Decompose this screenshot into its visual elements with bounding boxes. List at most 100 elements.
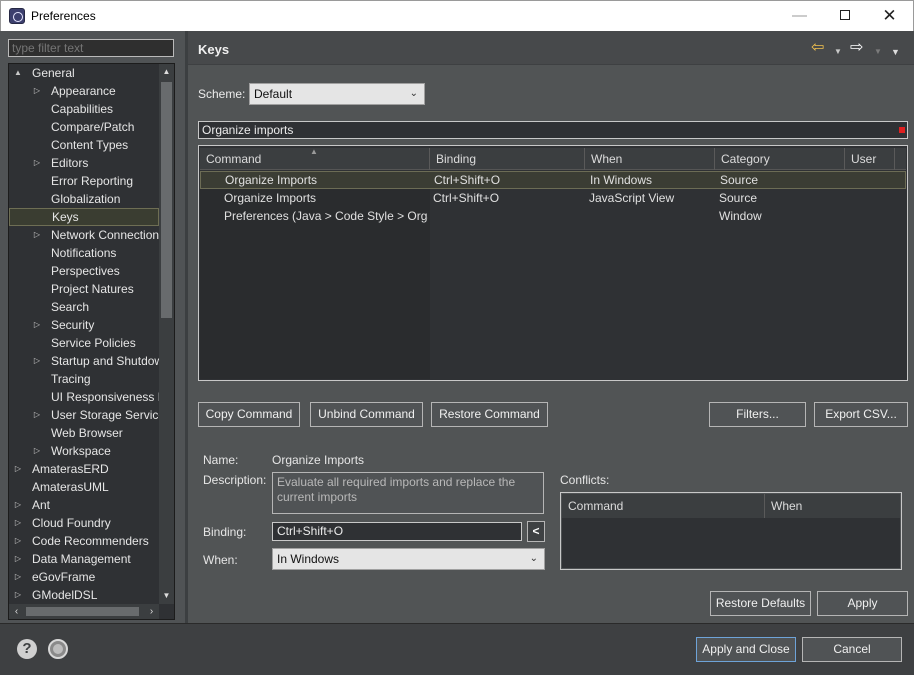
restore-defaults-button[interactable]: Restore Defaults — [710, 591, 811, 616]
tree-item[interactable]: ▲ General — [9, 64, 159, 82]
apply-button[interactable]: Apply — [817, 591, 908, 616]
tree-item[interactable]: UI Responsiveness Monitoring — [9, 388, 159, 406]
tree-item[interactable]: ▷ Cloud Foundry — [9, 514, 159, 532]
column-header-user[interactable]: User — [845, 148, 895, 170]
tree-item[interactable]: Globalization — [9, 190, 159, 208]
description-field[interactable]: Evaluate all required imports and replac… — [272, 472, 544, 514]
conflicts-header-command[interactable]: Command — [562, 494, 765, 518]
tree-item[interactable]: Web Browser — [9, 424, 159, 442]
tree-item[interactable]: Notifications — [9, 244, 159, 262]
collapsed-twisty-icon[interactable]: ▷ — [32, 406, 42, 424]
tree-item[interactable]: ▷ Workspace — [9, 442, 159, 460]
collapsed-twisty-icon[interactable]: ▷ — [13, 496, 23, 514]
tree-item-label: Code Recommenders — [32, 534, 149, 548]
collapsed-twisty-icon[interactable]: ▷ — [13, 586, 23, 604]
tree-item[interactable]: Perspectives — [9, 262, 159, 280]
tree-item[interactable]: AmaterasUML — [9, 478, 159, 496]
table-row[interactable]: Organize Imports Ctrl+Shift+O In Windows So… — [200, 171, 906, 189]
export-csv-button[interactable]: Export CSV... — [814, 402, 908, 427]
filters-button[interactable]: Filters... — [709, 402, 806, 427]
forward-history-dropdown-icon[interactable]: ▼ — [874, 43, 882, 61]
tree-item[interactable]: Content Types — [9, 136, 159, 154]
table-row[interactable]: Organize Imports Ctrl+Shift+O JavaScript V… — [200, 189, 906, 207]
table-row[interactable]: Preferences (Java > Code Style > Organiz… — [200, 207, 906, 225]
collapsed-twisty-icon[interactable]: ▷ — [32, 316, 42, 334]
back-arrow-icon[interactable]: ⇦ — [811, 39, 824, 57]
filters-label: Filters... — [736, 407, 779, 421]
cancel-button[interactable]: Cancel — [802, 637, 902, 662]
collapsed-twisty-icon[interactable]: ▷ — [13, 568, 23, 586]
tree-item[interactable]: Capabilities — [9, 100, 159, 118]
tree-item[interactable]: ▷ Security — [9, 316, 159, 334]
collapsed-twisty-icon[interactable]: ▷ — [32, 154, 42, 172]
collapsed-twisty-icon[interactable]: ▷ — [13, 532, 23, 550]
window-title: Preferences — [31, 9, 96, 23]
scroll-up-icon[interactable]: ▲ — [159, 64, 174, 80]
collapsed-twisty-icon[interactable]: ▷ — [32, 352, 42, 370]
tree-item[interactable]: ▷ User Storage Service — [9, 406, 159, 424]
help-icon[interactable]: ? — [17, 639, 37, 659]
tree-item[interactable]: Tracing — [9, 370, 159, 388]
tree-item-label: Project Natures — [51, 282, 134, 296]
tree-item[interactable]: ▷ eGovFrame — [9, 568, 159, 586]
command-search-input[interactable]: Organize imports — [198, 121, 908, 139]
copy-command-button[interactable]: Copy Command — [198, 402, 300, 427]
collapsed-twisty-icon[interactable]: ▷ — [32, 226, 42, 244]
minimize-button[interactable]: — — [777, 1, 822, 31]
apply-label: Apply — [847, 596, 878, 610]
tree-item-label: Cloud Foundry — [32, 516, 111, 530]
scroll-thumb[interactable] — [161, 82, 172, 318]
column-header-when[interactable]: When — [585, 148, 715, 170]
tree-item[interactable]: ▷ Startup and Shutdown — [9, 352, 159, 370]
tree-item[interactable]: Compare/Patch — [9, 118, 159, 136]
tree-item[interactable]: Error Reporting — [9, 172, 159, 190]
maximize-button[interactable] — [822, 1, 867, 31]
apply-and-close-button[interactable]: Apply and Close — [696, 637, 796, 662]
back-history-dropdown-icon[interactable]: ▼ — [834, 43, 842, 61]
binding-input[interactable]: Ctrl+Shift+O — [272, 522, 522, 541]
description-label: Description: — [203, 473, 267, 487]
cell-category: Source — [719, 191, 758, 205]
filter-input[interactable] — [8, 39, 174, 57]
cell-when: In Windows — [590, 173, 653, 187]
expanded-twisty-icon[interactable]: ▲ — [13, 64, 23, 82]
restore-command-button[interactable]: Restore Command — [431, 402, 548, 427]
tree-item[interactable]: Service Policies — [9, 334, 159, 352]
tree-item[interactable]: Search — [9, 298, 159, 316]
tree-item[interactable]: Keys — [9, 208, 159, 226]
column-header-command[interactable]: Command ▲ — [200, 147, 430, 170]
close-button[interactable]: ✕ — [867, 1, 912, 31]
tree-item[interactable]: ▷ Network Connections — [9, 226, 159, 244]
collapsed-twisty-icon[interactable]: ▷ — [13, 460, 23, 478]
hscroll-thumb[interactable] — [26, 607, 139, 616]
tree-item[interactable]: ▷ Appearance — [9, 82, 159, 100]
column-header-binding[interactable]: Binding — [430, 148, 585, 170]
tree-item[interactable]: Project Natures — [9, 280, 159, 298]
tree-item[interactable]: ▷ Ant — [9, 496, 159, 514]
forward-arrow-icon[interactable]: ⇨ — [850, 39, 863, 57]
scroll-right-icon[interactable]: › — [144, 604, 159, 619]
view-menu-icon[interactable]: ▼ — [891, 43, 900, 61]
conflicts-header-when[interactable]: When — [765, 494, 895, 518]
collapsed-twisty-icon[interactable]: ▷ — [13, 514, 23, 532]
tree-item[interactable]: ▷ GModelDSL — [9, 586, 159, 604]
tree-item[interactable]: ▷ Editors — [9, 154, 159, 172]
collapsed-twisty-icon[interactable]: ▷ — [32, 82, 42, 100]
when-select[interactable]: In Windows ⌄ — [272, 548, 545, 570]
binding-backspace-button[interactable]: < — [527, 521, 545, 542]
tree-item-label: Web Browser — [51, 426, 123, 440]
scroll-down-icon[interactable]: ▼ — [159, 588, 174, 604]
scheme-select[interactable]: Default ⌄ — [249, 83, 425, 105]
collapsed-twisty-icon[interactable]: ▷ — [13, 550, 23, 568]
clear-filter-icon[interactable] — [899, 127, 905, 133]
tree-vertical-scrollbar[interactable]: ▲ ▼ — [159, 64, 174, 604]
collapsed-twisty-icon[interactable]: ▷ — [32, 442, 42, 460]
column-header-category[interactable]: Category — [715, 148, 845, 170]
tree-item[interactable]: ▷ AmaterasERD — [9, 460, 159, 478]
unbind-command-button[interactable]: Unbind Command — [310, 402, 423, 427]
scroll-left-icon[interactable]: ‹ — [9, 604, 24, 619]
tree-item[interactable]: ▷ Data Management — [9, 550, 159, 568]
import-export-icon[interactable] — [48, 639, 68, 659]
tree-horizontal-scrollbar[interactable]: ‹ › — [9, 604, 159, 619]
tree-item[interactable]: ▷ Code Recommenders — [9, 532, 159, 550]
